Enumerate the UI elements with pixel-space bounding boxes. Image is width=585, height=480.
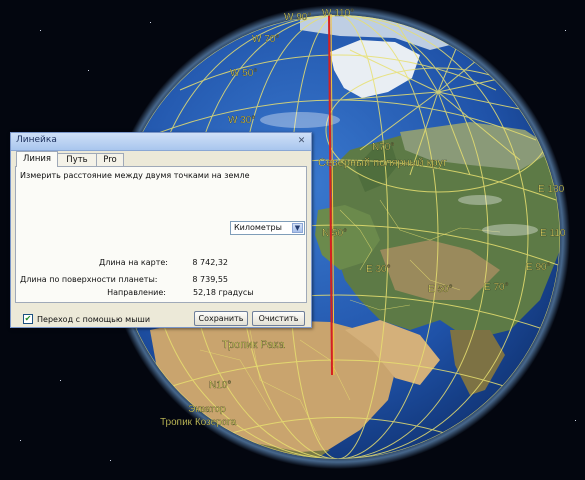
label-arctic-circle: Северный полярный круг	[318, 157, 447, 169]
label-e50: E 50°	[428, 284, 453, 295]
star	[575, 420, 576, 421]
label-e70: E 70°	[484, 282, 509, 293]
star	[565, 30, 566, 31]
star	[60, 380, 61, 381]
label-e130: E 130	[538, 184, 565, 195]
ground-length-value: 8 739,55	[192, 275, 228, 284]
tab-line[interactable]: Линия	[16, 151, 58, 167]
map-length-label: Длина на карте:	[98, 258, 168, 267]
label-w30: W 30°	[228, 115, 255, 126]
star	[150, 22, 151, 23]
label-n10: N10°	[209, 380, 231, 391]
unit-select[interactable]: Километры ▼	[230, 221, 305, 235]
label-tropic-capricorn: Тропик Козерога	[160, 417, 237, 428]
star	[20, 440, 21, 441]
label-e90: E 90°	[526, 262, 551, 273]
label-n70: N70°	[372, 142, 394, 153]
label-tropic-cancer: Тропик Рака	[222, 339, 285, 351]
unit-select-value: Километры	[234, 223, 282, 232]
label-e110: E 110	[540, 228, 566, 239]
label-equator: Экватор	[188, 404, 226, 415]
mouse-navigation-checkbox[interactable]: ✔	[23, 314, 33, 324]
label-w110: W 110°	[322, 8, 354, 19]
close-icon[interactable]: ✕	[295, 135, 308, 147]
heading-value: 52,18 градусы	[193, 288, 254, 297]
ruler-dialog: Линейка ✕ Линия Путь Pro Измерить рассто…	[10, 132, 312, 328]
save-button[interactable]: Сохранить	[194, 311, 248, 326]
label-n50: N 50°	[322, 228, 347, 239]
ground-length-label: Длина по поверхности планеты:	[20, 275, 158, 284]
heading-label: Направление:	[107, 288, 166, 297]
map-length-value: 8 742,32	[192, 258, 228, 267]
label-w70: W 70°	[252, 34, 279, 45]
mouse-navigation-label: Переход с помощью мыши	[37, 315, 151, 324]
star	[110, 460, 111, 461]
tab-pro[interactable]: Pro	[96, 153, 124, 167]
star	[40, 30, 41, 31]
dialog-title: Линейка	[16, 135, 57, 145]
label-e30: E 30°	[366, 264, 391, 275]
dialog-titlebar[interactable]: Линейка ✕	[11, 133, 311, 151]
label-w90: W 90°	[284, 12, 311, 23]
description-text: Измерить расстояние между двумя точками …	[20, 171, 250, 180]
clear-button[interactable]: Очистить	[252, 311, 305, 326]
chevron-down-icon[interactable]: ▼	[292, 223, 303, 233]
label-w50: W 50°	[230, 68, 257, 79]
tab-path[interactable]: Путь	[57, 153, 97, 167]
star	[88, 70, 89, 71]
